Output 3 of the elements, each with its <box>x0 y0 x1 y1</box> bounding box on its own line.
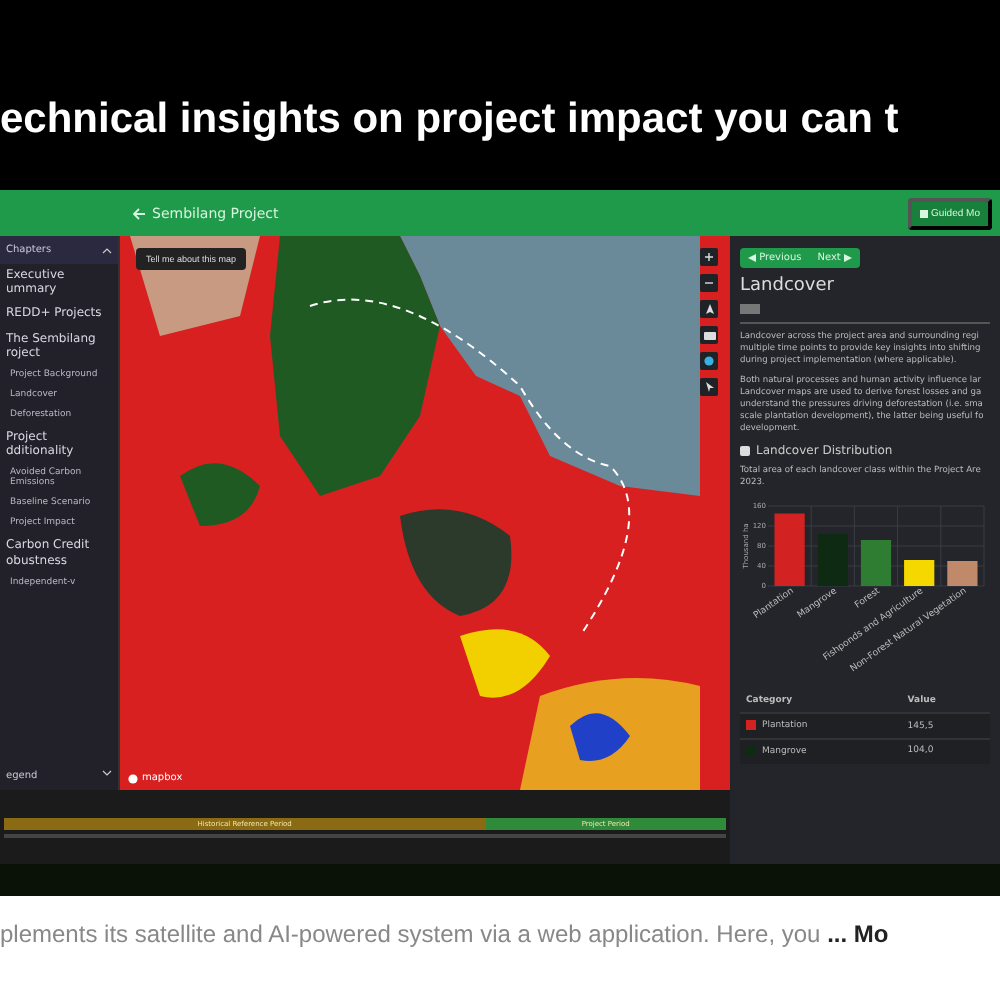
video-description: plements its satellite and AI-powered system via a web application. Here, you ... Mo <box>0 918 891 948</box>
video-caption-heading: echnical insights on project impact you can t <box>0 96 899 144</box>
section-title: Landcover <box>740 276 836 296</box>
